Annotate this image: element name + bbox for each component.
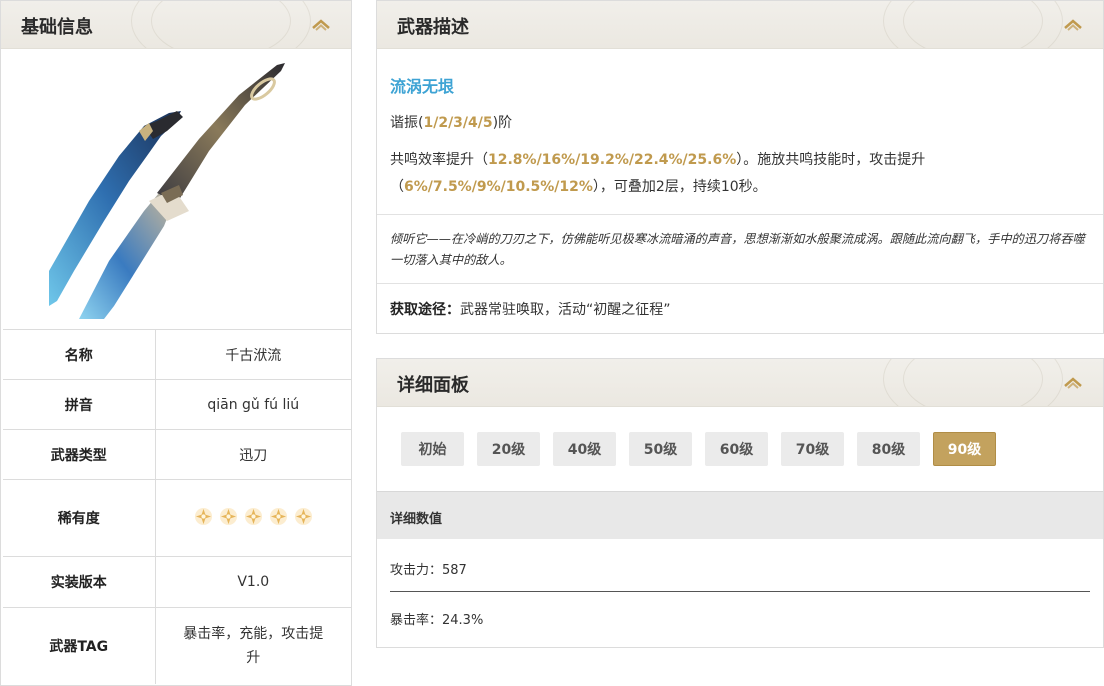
collapse-chevron-icon[interactable] (311, 17, 331, 31)
resonance-suffix: )阶 (492, 115, 513, 131)
resonance-prefix: 谐振( (390, 115, 424, 131)
basic-info-panel: 基础信息 名称 千古洑流 拼音 qiān gǔ fú liú 武器类型 迅刀 稀… (0, 0, 352, 686)
acquisition-text: 武器常驻唤取，活动“初醒之征程” (460, 302, 671, 318)
weapon-image (49, 61, 305, 319)
effect-line-2: （6%/7.5%/9%/10.5%/12%），可叠加2层，持续10秒。 (390, 176, 767, 196)
row-key: 稀有度 (3, 479, 156, 557)
divider (390, 591, 1090, 592)
acquisition-line: 获取途径：武器常驻唤取，活动“初醒之征程” (390, 299, 671, 319)
level-tab-60[interactable]: 60级 (705, 432, 768, 466)
weapon-tags-line1: 暴击率，充能，攻击提 (183, 625, 324, 642)
row-key: 武器TAG (3, 607, 156, 684)
collapse-chevron-icon[interactable] (1063, 375, 1083, 389)
resonance-line: 谐振(1/2/3/4/5)阶 (390, 112, 512, 132)
weapon-pinyin: qiān gǔ fú liú (155, 379, 351, 430)
effect-values: 6%/7.5%/9%/10.5%/12% (404, 179, 593, 195)
description-header[interactable]: 武器描述 (377, 1, 1103, 49)
table-row: 拼音 qiān gǔ fú liú (3, 379, 351, 430)
stats-header-label: 详细数值 (390, 512, 443, 527)
stat-crit-rate: 暴击率：24.3% (390, 613, 484, 628)
rarity-stars (155, 479, 351, 557)
table-row: 稀有度 (3, 479, 351, 557)
level-tab-80[interactable]: 80级 (857, 432, 920, 466)
rarity-star-icon (294, 507, 312, 525)
table-row: 名称 千古洑流 (3, 329, 351, 380)
row-key: 拼音 (3, 379, 156, 430)
level-tab-70[interactable]: 70级 (781, 432, 844, 466)
collapse-chevron-icon[interactable] (1063, 17, 1083, 31)
weapon-name: 千古洑流 (155, 329, 351, 380)
row-key: 实装版本 (3, 556, 156, 608)
level-tabs: 初始 20级 40级 50级 60级 70级 80级 90级 (401, 432, 996, 466)
effect-values: 12.8%/16%/19.2%/22.4%/25.6% (488, 152, 737, 168)
effect-text: （ (390, 179, 404, 195)
acquisition-label: 获取途径： (390, 302, 460, 318)
detail-stats-panel: 详细面板 初始 20级 40级 50级 60级 70级 80级 90级 详细数值… (376, 358, 1104, 648)
panel-title: 详细面板 (397, 375, 469, 396)
rarity-star-icon (219, 507, 237, 525)
effect-line-1: 共鸣效率提升（12.8%/16%/19.2%/22.4%/25.6%）。施放共鸣… (390, 149, 925, 169)
table-row: 实装版本 V1.0 (3, 556, 351, 608)
weapon-tags: 暴击率，充能，攻击提 升 (155, 607, 351, 684)
table-row: 武器类型 迅刀 (3, 429, 351, 480)
effect-text: ），可叠加2层，持续10秒。 (592, 179, 767, 195)
panel-title: 基础信息 (21, 17, 93, 38)
row-key: 武器类型 (3, 429, 156, 480)
weapon-type: 迅刀 (155, 429, 351, 480)
stats-header: 详细数值 (377, 491, 1103, 539)
effect-text: ）。施放共鸣技能时，攻击提升 (736, 152, 926, 168)
basic-info-header[interactable]: 基础信息 (1, 1, 351, 49)
release-version: V1.0 (155, 556, 351, 608)
effect-text: 共鸣效率提升（ (390, 152, 488, 168)
table-row: 武器TAG 暴击率，充能，攻击提 升 (3, 607, 351, 684)
detail-header[interactable]: 详细面板 (377, 359, 1103, 407)
rarity-star-icon (194, 507, 212, 525)
panel-title: 武器描述 (397, 17, 469, 38)
flavor-box: 倾听它——在冷峭的刀刃之下，仿佛能听见极寒冰流暗涌的声音，思想渐渐如水般聚流成涡… (377, 214, 1103, 284)
stat-attack: 攻击力：587 (390, 563, 467, 578)
skill-name: 流涡无垠 (390, 77, 455, 96)
info-table: 名称 千古洑流 拼音 qiān gǔ fú liú 武器类型 迅刀 稀有度 实装… (3, 329, 351, 684)
flavor-text: 倾听它——在冷峭的刀刃之下，仿佛能听见极寒冰流暗涌的声音，思想渐渐如水般聚流成涡… (390, 232, 1085, 267)
resonance-levels: 1/2/3/4/5 (423, 115, 493, 131)
level-tab-50[interactable]: 50级 (629, 432, 692, 466)
weapon-description-panel: 武器描述 流涡无垠 谐振(1/2/3/4/5)阶 共鸣效率提升（12.8%/16… (376, 0, 1104, 334)
rarity-star-icon (269, 507, 287, 525)
rarity-star-icon (244, 507, 262, 525)
level-tab-90[interactable]: 90级 (933, 432, 996, 466)
row-key: 名称 (3, 329, 156, 380)
weapon-tags-line2: 升 (246, 649, 261, 666)
level-tab-40[interactable]: 40级 (553, 432, 616, 466)
level-tab-initial[interactable]: 初始 (401, 432, 464, 466)
level-tab-20[interactable]: 20级 (477, 432, 540, 466)
